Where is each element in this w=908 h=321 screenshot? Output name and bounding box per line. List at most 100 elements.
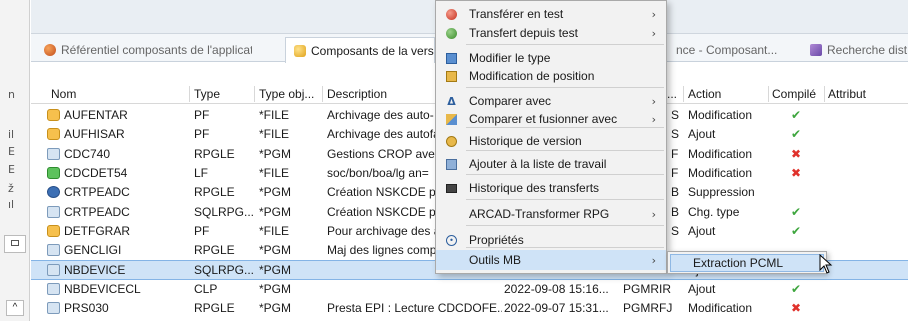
context-menu: Transférer en test › Transfert depuis test… xyxy=(435,0,667,274)
menu-item-arcad-transformer-rpg[interactable]: ARCAD-Transformer RPG › xyxy=(436,203,666,225)
menu-item-comparer-et-fusionner-avec[interactable]: Comparer et fusionner avec › xyxy=(436,108,666,130)
cell-objtype: *PGM xyxy=(259,146,292,161)
column-header-attribut[interactable]: Attribut xyxy=(828,87,866,101)
column-header-user[interactable]: ... xyxy=(667,87,679,101)
transfer-from-test-icon xyxy=(445,27,458,40)
transfer-history-icon xyxy=(445,182,458,195)
cell-objtype: *FILE xyxy=(259,165,290,180)
compiled-ok-icon: ✔ xyxy=(791,127,802,142)
mouse-cursor-icon xyxy=(819,254,833,274)
dspf-object-icon xyxy=(47,186,60,199)
menu-item-label: Modifier le type xyxy=(469,51,551,65)
column-header-typeobj[interactable]: Type obj... xyxy=(259,87,321,101)
pgm-object-icon xyxy=(47,244,60,257)
cell-name: AUFENTAR xyxy=(64,108,128,122)
table-row[interactable]: PRS030 RPGLE *PGM Presta EPI : Lecture CDCD… xyxy=(31,299,908,318)
cell-action: Ajout xyxy=(688,281,716,296)
submenu-arrow-icon: › xyxy=(651,112,656,126)
menu-item-label: Comparer et fusionner avec xyxy=(469,112,618,126)
restore-panel-button[interactable] xyxy=(4,235,26,253)
column-header-compile[interactable]: Compilé xyxy=(772,87,816,101)
column-header-nom[interactable]: Nom xyxy=(51,87,76,101)
pgm-object-icon xyxy=(47,282,60,295)
compiled-error-icon: ✖ xyxy=(791,301,802,315)
cell-objtype: *FILE xyxy=(259,108,290,122)
column-header-type[interactable]: Type xyxy=(194,87,220,101)
menu-separator xyxy=(466,87,664,88)
cell-type: PF xyxy=(194,223,210,238)
cell-type: LF xyxy=(194,165,209,180)
pgm-object-icon xyxy=(47,302,60,314)
menu-item-historique-des-transferts[interactable]: Historique des transferts xyxy=(436,177,666,199)
pgm-object-icon xyxy=(47,264,60,277)
menu-separator xyxy=(466,199,664,200)
left-glyph: E xyxy=(8,145,15,158)
submenu-outils-mb: Extraction PCML xyxy=(667,251,827,274)
column-header-action[interactable]: Action xyxy=(688,87,721,101)
tab-composants-version[interactable]: Composants de la versi xyxy=(285,37,435,63)
tab-reference-composant[interactable]: nce - Composant... xyxy=(667,37,793,62)
menu-item-extraction-pcml[interactable]: Extraction PCML xyxy=(670,254,824,272)
compiled-error-icon: ✖ xyxy=(791,146,802,161)
cell-action: Modification xyxy=(688,108,753,122)
properties-icon: • xyxy=(445,234,458,247)
file-object-icon xyxy=(47,128,60,141)
cell-type: RPGLE xyxy=(194,243,235,258)
menu-item-label: Ajouter à la liste de travail xyxy=(469,157,607,171)
left-panel-stub: n il E E ž ıl ^ xyxy=(0,0,30,321)
cell-name: AUFHISAR xyxy=(64,127,125,142)
submenu-arrow-icon: › xyxy=(651,253,656,267)
cell-date: 2022-09-07 15:31... xyxy=(504,301,609,315)
cell-objtype: *PGM xyxy=(259,281,292,296)
cell-name: CRTPEADC xyxy=(64,204,130,219)
cell-type: SQLRPG... xyxy=(194,263,254,278)
menu-item-modification-de-position[interactable]: Modification de position xyxy=(436,65,666,87)
cell-action: Modification xyxy=(688,165,753,180)
cell-objtype: *FILE xyxy=(259,223,290,238)
tab-label: nce - Composant... xyxy=(676,43,778,57)
cell-name: GENCLIGI xyxy=(64,243,122,258)
scroll-up-icon[interactable]: ^ xyxy=(6,300,24,316)
column-header-description[interactable]: Description xyxy=(327,87,387,101)
cell-type: PF xyxy=(194,108,210,122)
menu-item-label: Modification de position xyxy=(469,69,595,83)
cell-description: Presta EPI : Lecture CDCDOFE... xyxy=(327,301,502,315)
cell-type: SQLRPG... xyxy=(194,204,254,219)
menu-item-ajouter-a-la-liste-de-travail[interactable]: Ajouter à la liste de travail xyxy=(436,153,666,175)
left-glyph: n xyxy=(8,88,15,101)
cell-user: PGMRIR xyxy=(623,281,671,296)
compiled-ok-icon: ✔ xyxy=(791,281,802,296)
submenu-arrow-icon: › xyxy=(651,26,656,40)
cell-objtype: *PGM xyxy=(259,301,292,315)
compiled-ok-icon: ✔ xyxy=(791,204,802,219)
menu-item-historique-de-version[interactable]: Historique de version xyxy=(436,130,666,152)
menu-item-label: ARCAD-Transformer RPG xyxy=(469,207,610,221)
cell-user: PGMRFJ xyxy=(623,301,673,315)
menu-item-transfert-depuis-test[interactable]: Transfert depuis test › xyxy=(436,22,666,44)
left-glyph: E xyxy=(8,163,15,176)
compare-merge-icon xyxy=(445,113,458,126)
cell-objtype: *PGM xyxy=(259,185,292,200)
submenu-arrow-icon: › xyxy=(651,207,656,221)
cell-type: PF xyxy=(194,127,210,142)
file-object-icon xyxy=(47,224,60,237)
transfer-test-icon xyxy=(445,8,458,21)
menu-item-label: Propriétés xyxy=(469,233,524,247)
tab-recherche-distante[interactable]: Recherche distan xyxy=(801,37,908,62)
menu-item-proprietes[interactable]: • Propriétés xyxy=(436,229,666,251)
compiled-ok-icon: ✔ xyxy=(791,223,802,238)
tab-referentiel[interactable]: Référentiel composants de l'applicat... xyxy=(35,37,253,62)
cell-action: Ajout xyxy=(688,223,716,238)
cell-name: CDCDET54 xyxy=(64,165,128,180)
cell-type: RPGLE xyxy=(194,146,235,161)
cell-type: RPGLE xyxy=(194,185,235,200)
tab-label: Recherche distan xyxy=(827,43,908,57)
submenu-arrow-icon: › xyxy=(651,7,656,21)
left-glyph: ıl xyxy=(8,198,15,211)
menu-separator xyxy=(466,225,664,226)
menu-item-outils-mb[interactable]: Outils MB › xyxy=(436,250,666,270)
compiled-ok-icon: ✔ xyxy=(791,108,802,122)
cell-name: NBDEVICE xyxy=(64,263,126,278)
cell-name: PRS030 xyxy=(64,301,109,315)
table-row[interactable]: NBDEVICECL CLP *PGM 2022-09-08 15:16... PGMR… xyxy=(31,280,908,299)
